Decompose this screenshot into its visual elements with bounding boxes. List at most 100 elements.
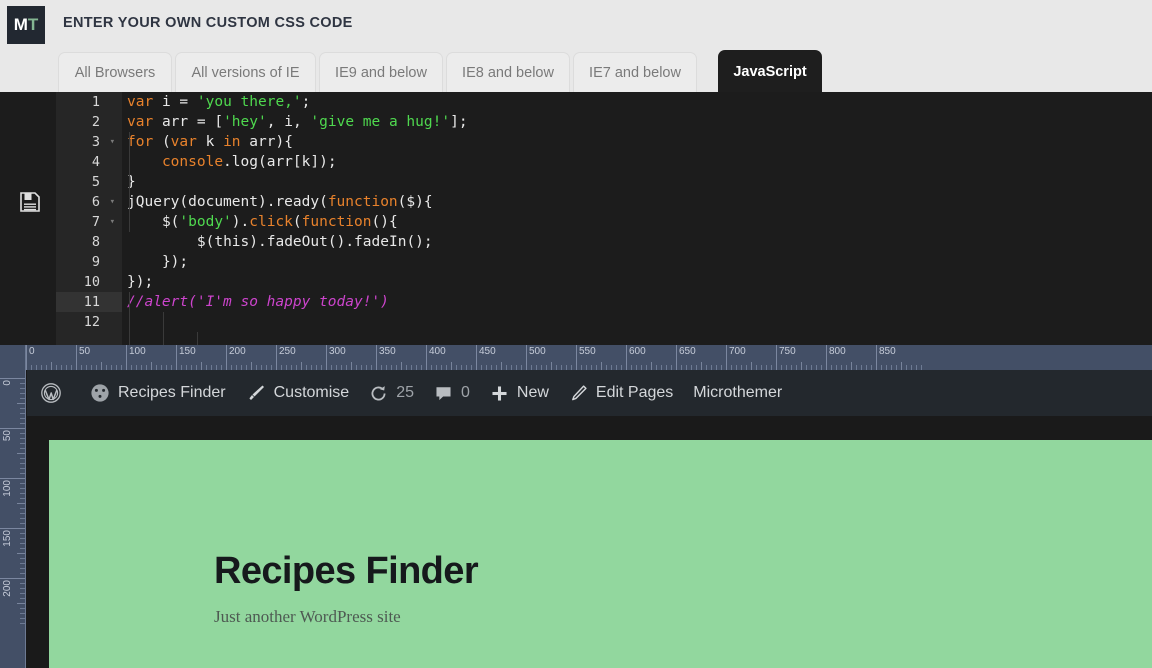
adminbar-item-wp-logo[interactable] [40,370,70,416]
line-number: 8 [91,234,100,250]
plus-icon [490,384,509,403]
site-title: Recipes Finder [214,550,479,592]
line-number: 12 [83,314,100,330]
horizontal-ruler[interactable]: 0 50 100 150 200 250 300 350 400 450 500 550 600 650 7… [0,345,1152,370]
code-line[interactable]: var i = 'you there,'; [127,92,1152,112]
ruler-minor-tick [51,362,52,370]
ruler-minor-tick [20,483,25,484]
code-line[interactable]: //alert('I'm so happy today!') [127,292,1152,312]
code-line[interactable]: $(this).fadeOut().fadeIn(); [127,232,1152,252]
line-number: 4 [91,154,100,170]
ruler-minor-tick [20,498,25,499]
ruler-label: 50 [79,346,91,357]
page-title: ENTER YOUR OWN CUSTOM CSS CODE [63,15,353,31]
ruler-minor-tick [20,533,25,534]
ruler-minor-tick [20,623,25,624]
tab-ie9-and-below[interactable]: IE9 and below [319,52,443,92]
ruler-label: 100 [2,480,13,497]
site-tagline: Just another WordPress site [214,607,401,626]
ruler-minor-tick [17,503,25,504]
tab-all-versions-of-ie[interactable]: All versions of IE [175,52,316,92]
adminbar-item-edit-pages[interactable]: Edit Pages [569,370,673,416]
ruler-label: 800 [829,346,846,357]
ruler-minor-tick [20,393,25,394]
ruler-minor-tick [20,563,25,564]
comment-bubble-icon [434,384,453,403]
adminbar-item-recipes-finder[interactable]: Recipes Finder [90,370,226,416]
ruler-label: 500 [529,346,546,357]
adminbar-item-microthemer[interactable]: Microthemer [693,370,782,416]
line-number: 10 [83,274,100,290]
line-number: 9 [91,254,100,270]
ruler-label: 850 [879,346,896,357]
vertical-ruler[interactable]: 0 50 100 150 200 [0,370,26,668]
ruler-minor-tick [20,493,25,494]
site-preview-pane[interactable]: Recipes Finder Customise 25 0 New Edit Pages M… [27,370,1152,668]
code-line[interactable] [127,312,1152,332]
tab-ie8-and-below[interactable]: IE8 and below [446,52,570,92]
ruler-minor-tick [501,362,502,370]
ruler-label: 650 [679,346,696,357]
ruler-minor-tick [20,618,25,619]
code-content[interactable]: var i = 'you there,'; var arr = ['hey', i… [122,92,1152,372]
pencil-edit-icon [569,384,588,403]
ruler-minor-tick [151,362,152,370]
app-header: MT ENTER YOUR OWN CUSTOM CSS CODE [0,0,1152,50]
floppy-disk-save-icon[interactable] [19,191,41,213]
code-editor[interactable]: 1 2 3 ▾ 4 5 6 ▾ 7 ▾ 8 9 10 11 12 var i = 'you there,';… [0,92,1152,411]
code-fold-icon[interactable]: ▾ [110,132,115,152]
code-line[interactable]: $('body').click(function(){ [127,212,1152,232]
ruler-minor-tick [20,508,25,509]
code-line[interactable]: console.log(arr[k]); [127,152,1152,172]
ruler-label: 50 [2,430,13,442]
line-number: 7 ▾ [91,212,115,232]
ruler-label: 450 [479,346,496,357]
adminbar-item-0[interactable]: 0 [434,370,470,416]
ruler-corner [0,345,26,370]
ruler-minor-tick [751,362,752,370]
ruler-minor-tick [20,518,25,519]
ruler-minor-tick [20,423,25,424]
ruler-minor-tick [20,613,25,614]
line-number: 5 [91,174,100,190]
ruler-label: 700 [729,346,746,357]
adminbar-item-new[interactable]: New [490,370,549,416]
line-number-gutter: 1 2 3 ▾ 4 5 6 ▾ 7 ▾ 8 9 10 11 12 [56,92,122,345]
tab-javascript[interactable]: JavaScript [718,50,822,94]
ruler-minor-tick [20,438,25,439]
ruler-label: 350 [379,346,396,357]
ruler-minor-tick [20,463,25,464]
code-line[interactable]: }); [127,272,1152,292]
code-line[interactable]: } [127,172,1152,192]
code-line[interactable]: }); [127,252,1152,272]
ruler-major-tick [0,428,25,429]
line-number: 11 [56,292,122,312]
editor-toolbar [0,92,56,345]
ruler-minor-tick [401,362,402,370]
code-fold-icon[interactable]: ▾ [110,212,115,232]
ruler-minor-tick [101,362,102,370]
adminbar-item-25[interactable]: 25 [369,370,414,416]
tab-ie7-and-below[interactable]: IE7 and below [573,52,697,92]
tab-strip: All Browsers All versions of IE IE9 and be… [0,50,1152,94]
tab-all-browsers[interactable]: All Browsers [58,52,172,92]
ruler-minor-tick [20,433,25,434]
code-line[interactable]: for (var k in arr){ [127,132,1152,152]
ruler-label: 300 [329,346,346,357]
ruler-minor-tick [20,408,25,409]
line-number: 2 [91,114,100,130]
ruler-minor-tick [17,553,25,554]
ruler-minor-tick [20,383,25,384]
ruler-minor-tick [20,598,25,599]
line-number: 3 ▾ [91,132,115,152]
microthemer-logo[interactable]: MT [7,6,45,44]
update-refresh-icon [369,384,388,403]
adminbar-item-customise[interactable]: Customise [246,370,349,416]
ruler-minor-tick [20,468,25,469]
dashboard-gauge-icon [90,383,110,403]
paintbrush-icon [246,383,266,403]
wordpress-admin-bar[interactable]: Recipes Finder Customise 25 0 New Edit Pages M… [27,370,1152,416]
code-line[interactable]: jQuery(document).ready(function($){ [127,192,1152,212]
code-line[interactable]: var arr = ['hey', i, 'give me a hug!']; [127,112,1152,132]
code-fold-icon[interactable]: ▾ [110,192,115,212]
